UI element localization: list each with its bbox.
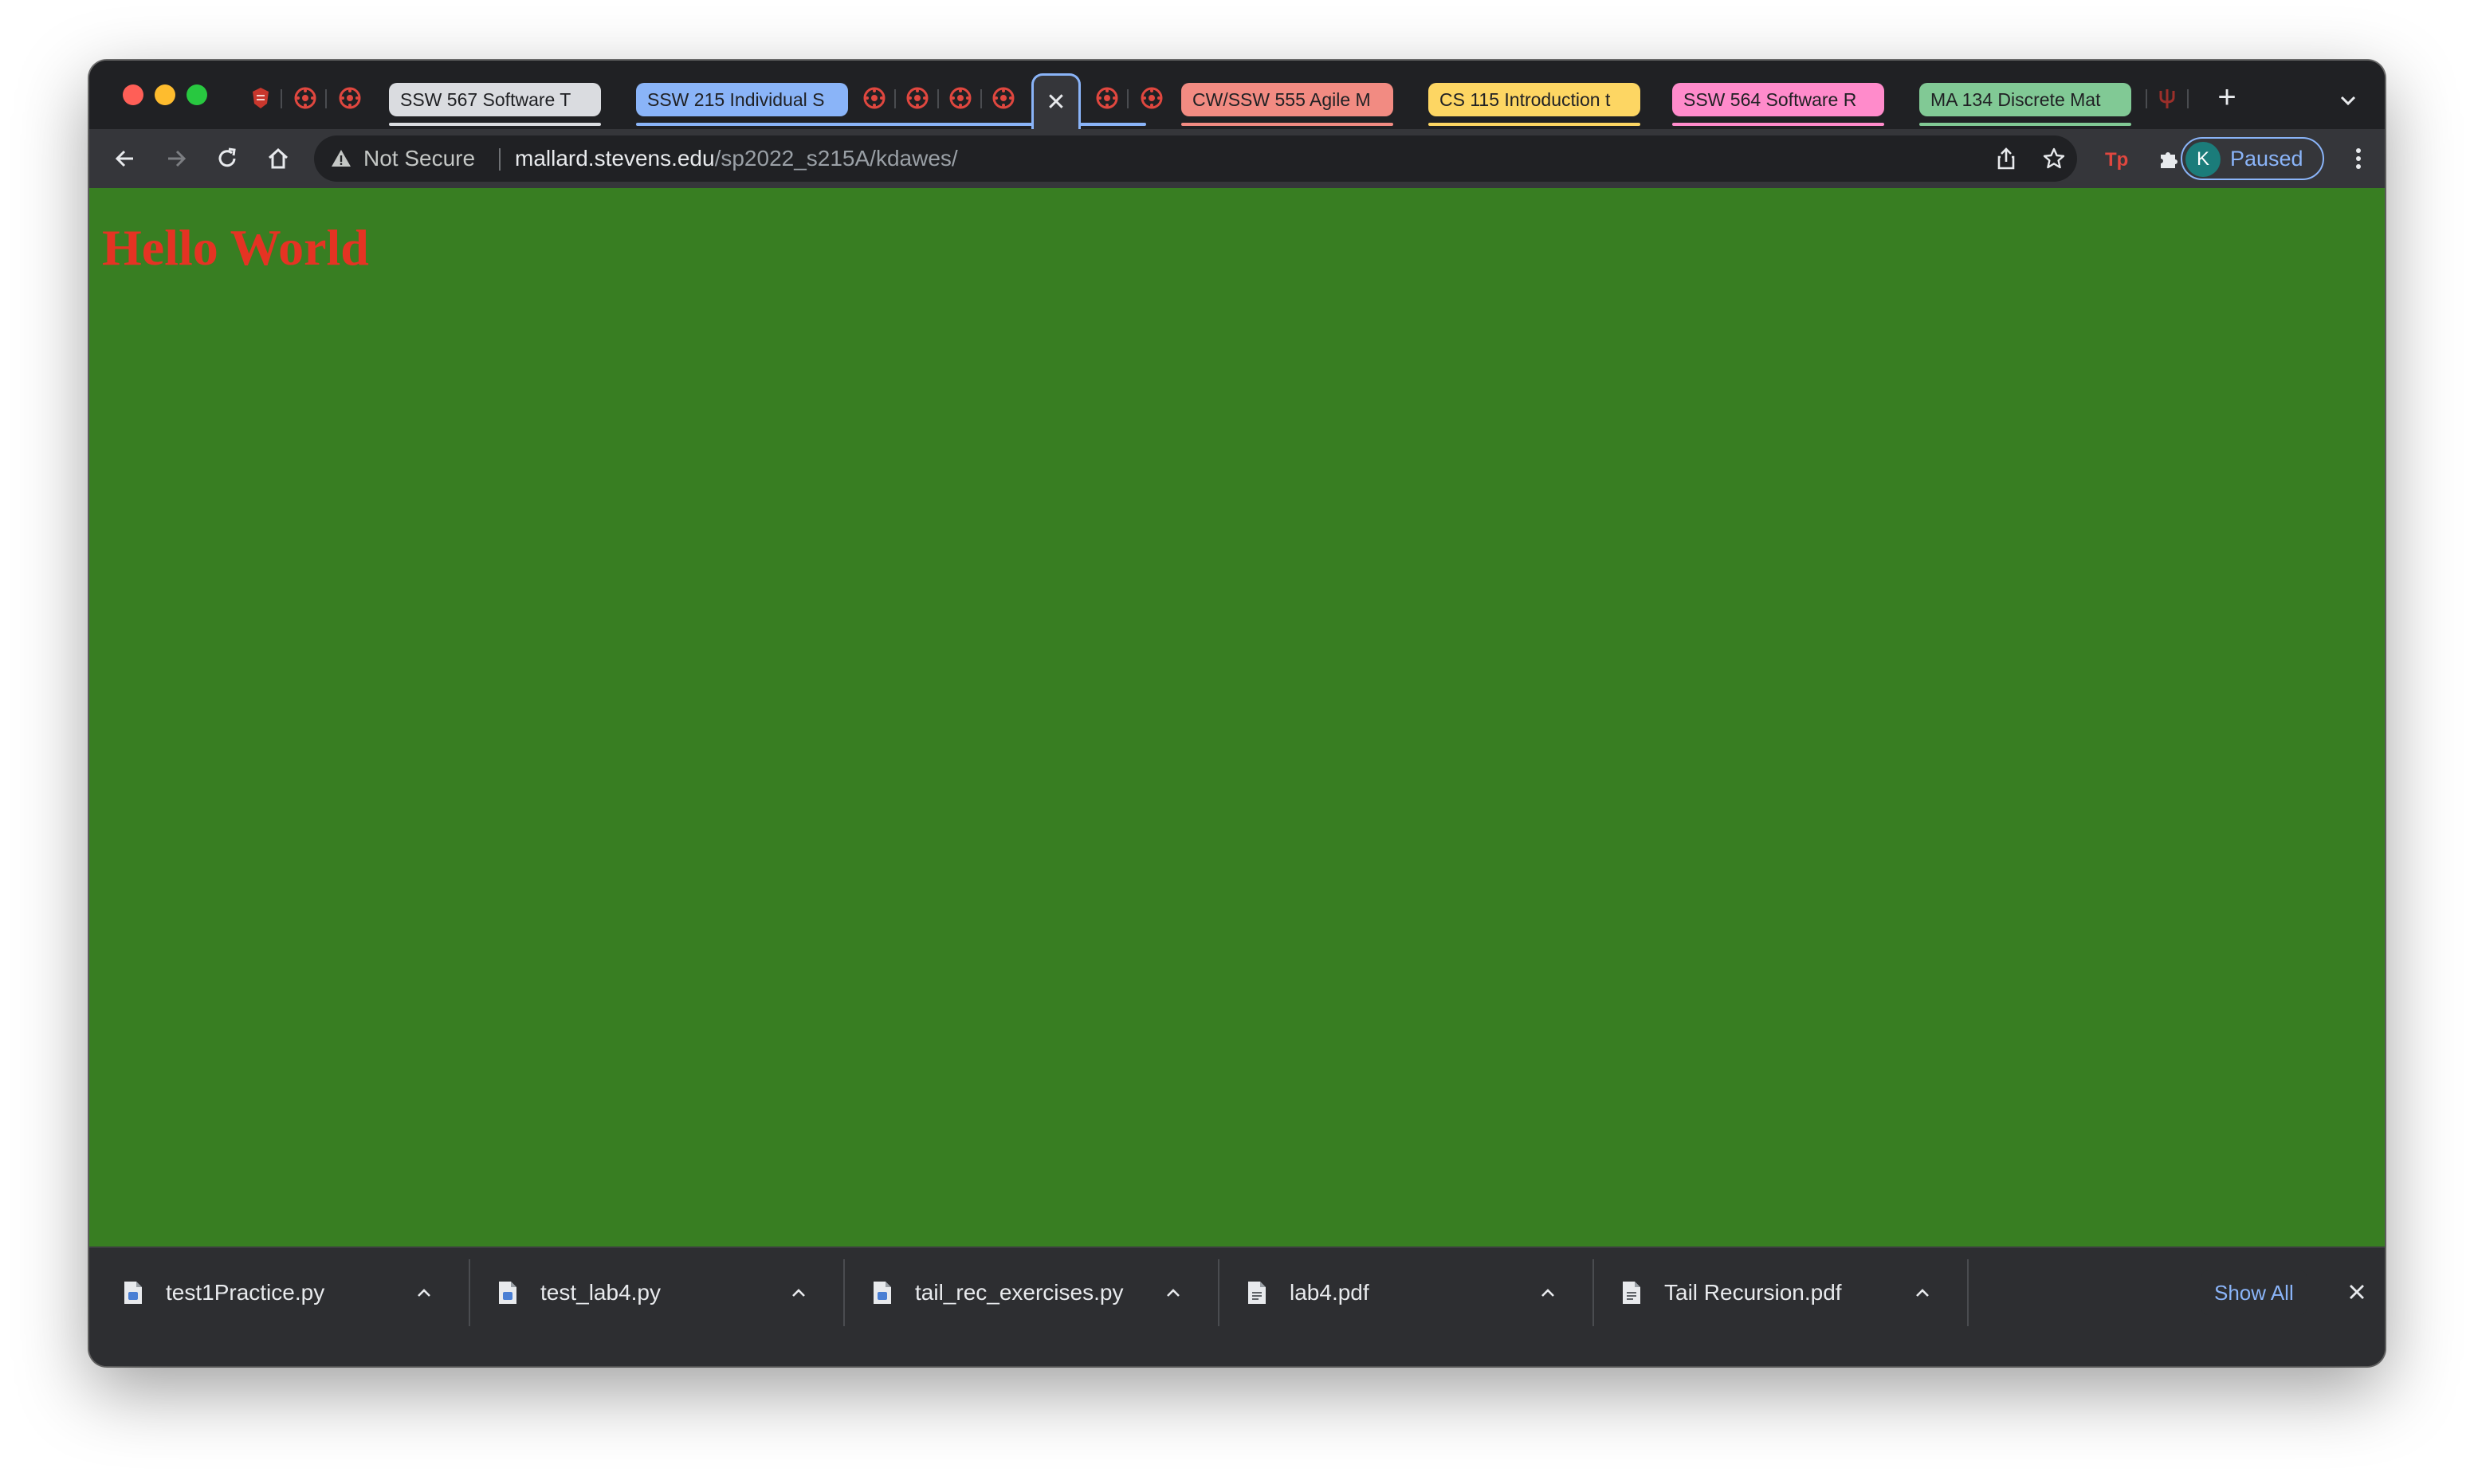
canvas-icon[interactable] bbox=[338, 86, 362, 110]
bookmark-star-icon[interactable] bbox=[2042, 147, 2066, 171]
tab-separator bbox=[980, 89, 982, 108]
tab-group-label: MA 134 Discrete Mat bbox=[1930, 89, 2101, 110]
canvas-icon[interactable] bbox=[1140, 86, 1164, 110]
show-all-downloads-button[interactable]: Show All bbox=[2201, 1270, 2307, 1315]
tab-group-label: SSW 567 Software T bbox=[400, 89, 571, 110]
chevron-up-icon[interactable] bbox=[789, 1283, 808, 1302]
forward-button[interactable] bbox=[156, 139, 196, 179]
tab-group-ssw215[interactable]: SSW 215 Individual S bbox=[636, 83, 848, 116]
warning-icon[interactable] bbox=[330, 147, 352, 170]
download-separator bbox=[1967, 1259, 1969, 1326]
chevron-up-icon[interactable] bbox=[1538, 1283, 1557, 1302]
minimize-window-button[interactable] bbox=[155, 84, 175, 105]
zoom-window-button[interactable] bbox=[187, 84, 207, 105]
home-button[interactable] bbox=[258, 139, 298, 179]
toolbar: Not Secure mallard.stevens.edu/sp2022_s2… bbox=[89, 129, 2385, 188]
download-filename: lab4.pdf bbox=[1290, 1280, 1369, 1305]
download-filename: tail_rec_exercises.py bbox=[915, 1280, 1124, 1305]
tab-group-label: SSW 215 Individual S bbox=[647, 89, 825, 110]
download-item[interactable]: Tail Recursion.pdf bbox=[1588, 1248, 1959, 1337]
new-tab-button[interactable]: + bbox=[2209, 81, 2244, 116]
kebab-menu-icon[interactable] bbox=[2339, 139, 2378, 179]
tab-group-label: SSW 564 Software R bbox=[1683, 89, 1857, 110]
tab-separator bbox=[2146, 89, 2147, 108]
download-item[interactable]: test_lab4.py bbox=[464, 1248, 835, 1337]
canvas-icon[interactable] bbox=[1095, 86, 1119, 110]
download-item[interactable]: lab4.pdf bbox=[1213, 1248, 1585, 1337]
trident-icon[interactable] bbox=[2155, 86, 2179, 110]
file-icon bbox=[123, 1280, 143, 1305]
close-icon[interactable] bbox=[2345, 1280, 2369, 1304]
tab-group-label: CW/SSW 555 Agile M bbox=[1192, 89, 1371, 110]
chevron-up-icon[interactable] bbox=[414, 1283, 434, 1302]
download-filename: Tail Recursion.pdf bbox=[1664, 1280, 1842, 1305]
canvas-icon[interactable] bbox=[862, 86, 886, 110]
address-divider bbox=[499, 148, 501, 171]
chevron-up-icon[interactable] bbox=[1913, 1283, 1932, 1302]
download-shelf: test1Practice.py test_lab4.py tail_rec_e… bbox=[89, 1246, 2385, 1366]
tab-group-underline bbox=[389, 123, 601, 126]
profile-status: Paused bbox=[2230, 147, 2303, 171]
download-filename: test1Practice.py bbox=[166, 1280, 325, 1305]
chevron-up-icon[interactable] bbox=[1164, 1283, 1183, 1302]
browser-window: SSW 567 Software T SSW 215 Individual S … bbox=[89, 61, 2385, 1366]
tab-group-cs115[interactable]: CS 115 Introduction t bbox=[1428, 83, 1640, 116]
tab-group-ma134[interactable]: MA 134 Discrete Mat bbox=[1919, 83, 2131, 116]
download-item[interactable]: test1Practice.py bbox=[89, 1248, 461, 1337]
pdf-file-icon bbox=[1247, 1280, 1267, 1305]
page-viewport: Hello World bbox=[89, 188, 2385, 1339]
url-host: mallard.stevens.edu bbox=[515, 146, 715, 171]
tab-group-ssw567[interactable]: SSW 567 Software T bbox=[389, 83, 601, 116]
pdf-file-icon bbox=[1621, 1280, 1642, 1305]
canvas-icon[interactable] bbox=[293, 86, 317, 110]
tab-strip: SSW 567 Software T SSW 215 Individual S … bbox=[89, 61, 2385, 129]
tab-separator bbox=[281, 89, 282, 108]
tab-separator bbox=[894, 89, 896, 108]
back-button[interactable] bbox=[105, 139, 145, 179]
stevens-crest-icon[interactable] bbox=[249, 86, 273, 110]
url-text[interactable]: mallard.stevens.edu/sp2022_s215A/kdawes/ bbox=[515, 135, 958, 182]
tab-group-underline bbox=[1181, 123, 1393, 126]
page-heading: Hello World bbox=[102, 219, 369, 276]
avatar: K bbox=[2185, 142, 2221, 177]
tab-group-underline bbox=[1672, 123, 1884, 126]
canvas-icon[interactable] bbox=[905, 86, 929, 110]
address-bar[interactable]: Not Secure mallard.stevens.edu/sp2022_s2… bbox=[314, 135, 2077, 182]
tab-separator bbox=[1127, 89, 1129, 108]
tab-separator bbox=[937, 89, 939, 108]
canvas-icon[interactable] bbox=[948, 86, 972, 110]
url-path: /sp2022_s215A/kdawes/ bbox=[714, 146, 958, 171]
download-filename: test_lab4.py bbox=[540, 1280, 661, 1305]
tp-extension-icon[interactable]: Tp bbox=[2098, 139, 2138, 179]
tab-group-underline bbox=[1428, 123, 1640, 126]
tab-search-chevron-icon[interactable] bbox=[2337, 89, 2359, 112]
file-icon bbox=[872, 1280, 893, 1305]
tab-group-label: CS 115 Introduction t bbox=[1439, 89, 1611, 110]
active-tab[interactable]: ✕ bbox=[1031, 73, 1081, 129]
file-icon bbox=[497, 1280, 518, 1305]
tab-group-ssw564[interactable]: SSW 564 Software R bbox=[1672, 83, 1884, 116]
download-item[interactable]: tail_rec_exercises.py bbox=[838, 1248, 1210, 1337]
svg-text:Tp: Tp bbox=[2105, 149, 2128, 171]
share-icon[interactable] bbox=[1994, 147, 2018, 171]
reload-button[interactable] bbox=[207, 139, 247, 179]
profile-button[interactable]: K Paused bbox=[2181, 137, 2324, 180]
security-status[interactable]: Not Secure bbox=[363, 135, 475, 182]
tab-group-ssw555[interactable]: CW/SSW 555 Agile M bbox=[1181, 83, 1393, 116]
close-tab-icon[interactable]: ✕ bbox=[1046, 90, 1066, 115]
canvas-icon[interactable] bbox=[992, 86, 1015, 110]
close-window-button[interactable] bbox=[123, 84, 143, 105]
tab-separator bbox=[2187, 89, 2189, 108]
tab-group-underline bbox=[1919, 123, 2131, 126]
tab-separator bbox=[325, 89, 327, 108]
